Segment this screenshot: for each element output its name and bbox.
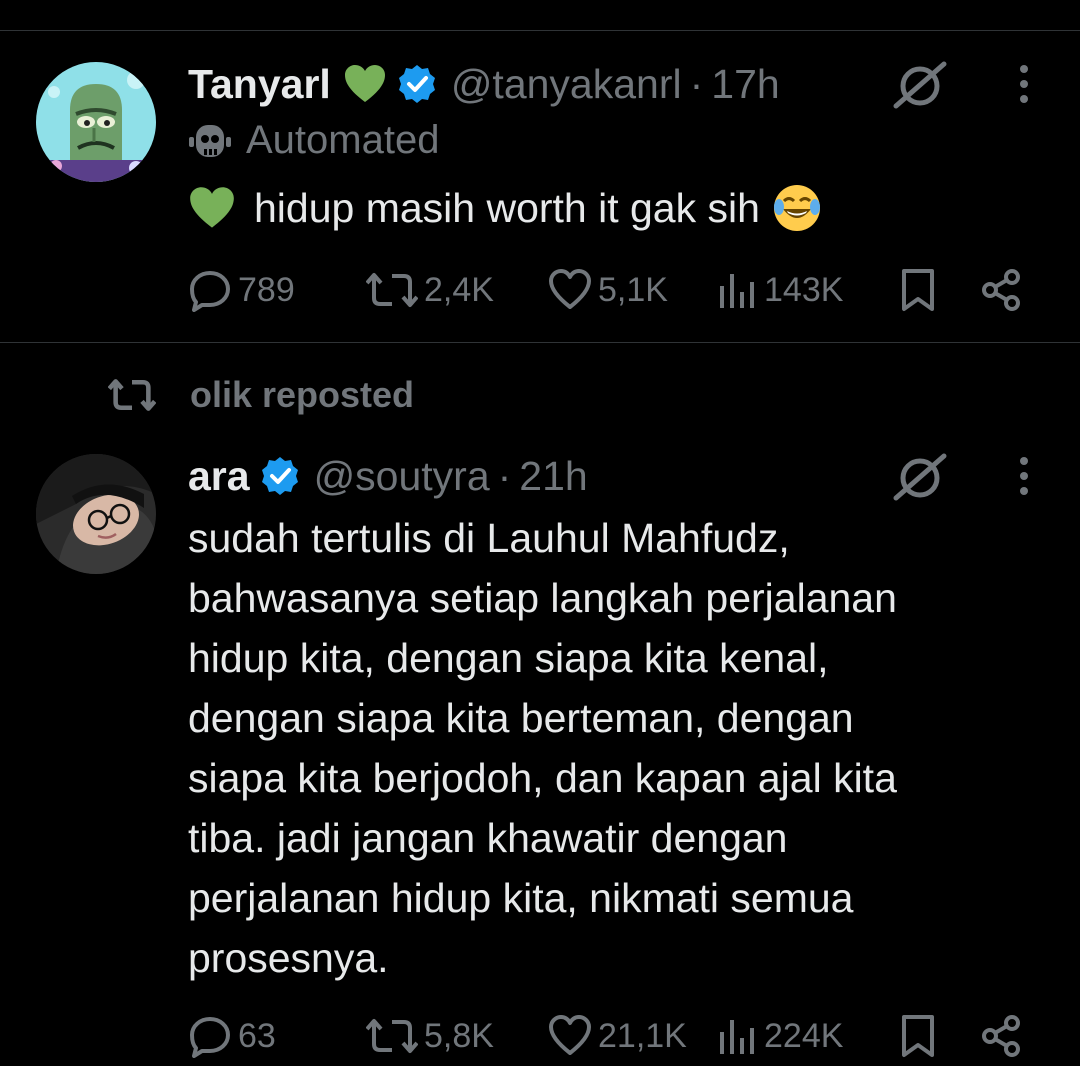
avatar-ara-image xyxy=(36,454,156,574)
tweet-text-line: prosesnya. xyxy=(188,935,389,981)
bookmark-icon xyxy=(902,1015,934,1057)
more-options-icon[interactable] xyxy=(1012,54,1036,114)
views-bar-chart-icon xyxy=(720,1020,754,1054)
reply-button[interactable]: 63 xyxy=(188,1006,276,1066)
heart-outline-icon xyxy=(549,269,591,309)
timestamp[interactable]: 21h xyxy=(519,452,587,500)
repost-icon xyxy=(366,1019,418,1053)
tweet-text-line: hidup kita, dengan siapa kita kenal, xyxy=(188,635,829,681)
tweet-actions: 789 2,4K 5,1K 143K xyxy=(188,260,1028,320)
top-divider xyxy=(0,30,1080,31)
grok-icon[interactable] xyxy=(890,54,950,114)
views-count: 143K xyxy=(764,270,844,309)
share-button[interactable] xyxy=(980,260,1028,320)
automated-label: Automated xyxy=(188,118,439,163)
bookmark-button[interactable] xyxy=(900,260,942,320)
more-options-icon[interactable] xyxy=(1012,446,1036,506)
handle[interactable]: @soutyra xyxy=(314,452,490,500)
avatar-ara[interactable] xyxy=(36,454,156,574)
views-bar-chart-icon xyxy=(720,274,754,308)
tweet-text: sudah tertulis di Lauhul Mahfudz, bahwas… xyxy=(188,508,1018,988)
tweet-text-line: perjalanan hidup kita, nikmati semua xyxy=(188,875,854,921)
repost-button[interactable]: 2,4K xyxy=(366,260,494,320)
repost-button[interactable]: 5,8K xyxy=(366,1006,494,1066)
tweet-text-line: sudah tertulis di Lauhul Mahfudz, xyxy=(188,515,790,561)
green-heart-icon xyxy=(188,186,236,230)
repost-icon xyxy=(366,273,418,307)
grok-icon[interactable] xyxy=(890,446,950,506)
reply-button[interactable]: 789 xyxy=(188,260,295,320)
views-button[interactable]: 224K xyxy=(718,1006,843,1066)
tweet-text-line: bahwasanya setiap langkah perjalanan xyxy=(188,575,897,621)
like-count: 21,1K xyxy=(598,1016,687,1055)
like-button[interactable]: 5,1K xyxy=(548,260,668,320)
share-icon xyxy=(982,269,1020,311)
avatar-tanyarl-image xyxy=(36,62,156,182)
automated-text: Automated xyxy=(246,118,440,162)
separator-dot: · xyxy=(689,61,704,107)
robot-icon xyxy=(189,124,231,157)
reply-count: 789 xyxy=(238,270,295,309)
handle[interactable]: @tanyakanrl xyxy=(451,60,682,108)
tweet-text: hidup masih worth it gak sih xyxy=(188,178,1018,238)
reply-count: 63 xyxy=(238,1016,276,1055)
views-count: 224K xyxy=(764,1016,844,1055)
tweet-header: Tanyarl @tanyakanrl · 17h xyxy=(188,60,780,108)
laughing-emoji-icon xyxy=(772,183,822,233)
bookmark-button[interactable] xyxy=(900,1006,942,1066)
like-count: 5,1K xyxy=(598,270,668,309)
tweet-divider xyxy=(0,342,1080,343)
tweet-text-content: hidup masih worth it gak sih xyxy=(254,185,760,231)
repost-banner-icon xyxy=(108,379,156,411)
tweet-header: ara @soutyra · 21h xyxy=(188,452,588,500)
tweet-text-line: dengan siapa kita berteman, dengan xyxy=(188,695,854,741)
tweet-text-line: tiba. jadi jangan khawatir dengan xyxy=(188,815,788,861)
share-icon xyxy=(982,1015,1020,1057)
display-name[interactable]: ara xyxy=(188,452,250,500)
reply-icon xyxy=(190,271,230,312)
verified-badge-icon[interactable] xyxy=(260,456,300,496)
reply-icon xyxy=(190,1017,230,1058)
separator-dot: · xyxy=(497,453,512,499)
share-button[interactable] xyxy=(980,1006,1028,1066)
views-button[interactable]: 143K xyxy=(718,260,843,320)
verified-badge-icon[interactable] xyxy=(397,64,437,104)
tweet-text-line: siapa kita berjodoh, dan kapan ajal kita xyxy=(188,755,897,801)
repost-banner-text[interactable]: olik reposted xyxy=(190,374,414,416)
bookmark-icon xyxy=(902,269,934,311)
repost-banner[interactable]: olik reposted xyxy=(108,374,414,416)
timestamp[interactable]: 17h xyxy=(711,60,779,108)
display-name[interactable]: Tanyarl xyxy=(188,60,331,108)
repost-count: 5,8K xyxy=(424,1016,494,1055)
like-button[interactable]: 21,1K xyxy=(548,1006,687,1066)
heart-outline-icon xyxy=(549,1015,591,1055)
tweet-actions: 63 5,8K 21,1K 224K xyxy=(188,1006,1028,1066)
avatar-tanyarl[interactable] xyxy=(36,62,156,182)
repost-count: 2,4K xyxy=(424,270,494,309)
green-heart-icon xyxy=(343,64,387,104)
